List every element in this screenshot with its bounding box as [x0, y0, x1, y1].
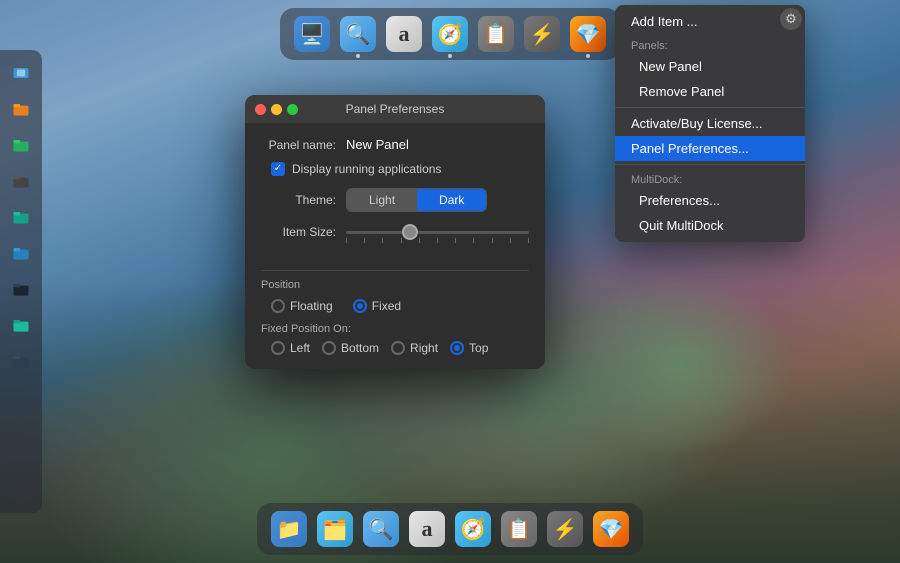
fixed-position-label: Fixed Position On:: [261, 323, 529, 335]
menu-quit-multidock[interactable]: Quit MultiDock: [615, 213, 805, 238]
menu-separator-2: [615, 164, 805, 165]
menu-panels-label: Panels:: [615, 34, 805, 54]
bottom-label: Bottom: [341, 341, 379, 355]
bottom-dock: 📁 🗂️ 🔍 a 🧭 📋 ⚡ 💎: [257, 503, 643, 555]
dock-dot: [356, 54, 360, 58]
display-running-row[interactable]: ✓ Display running applications: [261, 162, 529, 176]
checkbox-check: ✓: [274, 164, 282, 174]
floating-label: Floating: [290, 299, 333, 313]
top-dock-safari[interactable]: 🧭: [430, 14, 470, 54]
top-radio[interactable]: Top: [450, 341, 488, 355]
radio-inner-top: [454, 345, 460, 351]
dock-dot: [586, 54, 590, 58]
top-dock: 🖥️ 🔍 a 🧭 📋 ⚡ 💎: [280, 8, 620, 60]
bottom-radio[interactable]: Bottom: [322, 341, 379, 355]
sidebar-item-1[interactable]: [6, 94, 36, 124]
sidebar-item-4[interactable]: [6, 202, 36, 232]
left-radio[interactable]: Left: [271, 341, 310, 355]
panel-preferences-window: Panel Preferenses Panel name: New Panel …: [245, 95, 545, 369]
theme-toggle: Light Dark: [346, 188, 487, 212]
floating-radio-button[interactable]: [271, 299, 285, 313]
menu-activate-license[interactable]: Activate/Buy License...: [615, 111, 805, 136]
position-radio-group: Floating Fixed: [261, 299, 529, 313]
slider-ticks: [346, 238, 529, 243]
left-radio-button[interactable]: [271, 341, 285, 355]
right-radio-button[interactable]: [391, 341, 405, 355]
floating-radio[interactable]: Floating: [271, 299, 333, 313]
menu-new-panel[interactable]: New Panel: [615, 54, 805, 79]
slider-track: [346, 231, 529, 234]
top-dock-flash[interactable]: ⚡: [522, 14, 562, 54]
bottom-dock-sketch[interactable]: 💎: [591, 509, 631, 549]
display-running-label: Display running applications: [292, 162, 441, 176]
window-titlebar: Panel Preferenses: [245, 95, 545, 123]
top-dock-font[interactable]: a: [384, 14, 424, 54]
bottom-dock-safari[interactable]: 🧭: [453, 509, 493, 549]
fixed-position-section: Fixed Position On: Left Bottom Right: [261, 323, 529, 355]
panel-name-value: New Panel: [346, 137, 409, 152]
dock-dot: [448, 54, 452, 58]
fixed-position-radio-group: Left Bottom Right Top: [261, 341, 529, 355]
bottom-dock-clipboard[interactable]: 📋: [499, 509, 539, 549]
sidebar-item-2[interactable]: [6, 130, 36, 160]
window-content: Panel name: New Panel ✓ Display running …: [245, 123, 545, 369]
section-divider: [261, 270, 529, 271]
theme-row: Theme: Light Dark: [261, 188, 529, 212]
top-dock-clipboard[interactable]: 📋: [476, 14, 516, 54]
bottom-dock-folder[interactable]: 📁: [269, 509, 309, 549]
fixed-radio-button[interactable]: [353, 299, 367, 313]
bottom-dock-font[interactable]: a: [407, 509, 447, 549]
right-label: Right: [410, 341, 438, 355]
item-size-slider[interactable]: [346, 222, 529, 242]
top-dock-sketch[interactable]: 💎: [568, 14, 608, 54]
fixed-label: Fixed: [372, 299, 401, 313]
context-menu: Add Item ... Panels: New Panel Remove Pa…: [615, 5, 805, 242]
top-label: Top: [469, 341, 488, 355]
window-title: Panel Preferenses: [346, 102, 445, 116]
sidebar-item-3[interactable]: [6, 166, 36, 196]
display-running-checkbox[interactable]: ✓: [271, 162, 285, 176]
item-size-label: Item Size:: [261, 225, 346, 239]
bottom-radio-button[interactable]: [322, 341, 336, 355]
item-size-row: Item Size:: [261, 222, 529, 242]
left-label: Left: [290, 341, 310, 355]
theme-label: Theme:: [261, 193, 346, 207]
menu-panel-preferences[interactable]: Panel Preferences...: [615, 136, 805, 161]
menu-multidock-label: MultiDock:: [615, 168, 805, 188]
menu-add-item[interactable]: Add Item ...: [615, 9, 805, 34]
left-sidebar: [0, 50, 42, 513]
panel-name-row: Panel name: New Panel: [261, 137, 529, 152]
right-radio[interactable]: Right: [391, 341, 438, 355]
traffic-lights: [255, 104, 298, 115]
maximize-button[interactable]: [287, 104, 298, 115]
top-dock-monitor[interactable]: 🖥️: [292, 14, 332, 54]
position-label: Position: [261, 279, 529, 291]
sidebar-item-8[interactable]: [6, 346, 36, 376]
minimize-button[interactable]: [271, 104, 282, 115]
theme-dark-button[interactable]: Dark: [417, 189, 486, 211]
menu-separator-1: [615, 107, 805, 108]
position-section: Position Floating Fixed: [261, 279, 529, 313]
menu-preferences[interactable]: Preferences...: [615, 188, 805, 213]
gear-menu-button[interactable]: ⚙: [780, 8, 802, 30]
panel-name-label: Panel name:: [261, 138, 346, 152]
top-radio-button[interactable]: [450, 341, 464, 355]
sidebar-item-0[interactable]: [6, 58, 36, 88]
bottom-dock-photos[interactable]: 🗂️: [315, 509, 355, 549]
radio-inner: [357, 303, 363, 309]
bottom-dock-finder[interactable]: 🔍: [361, 509, 401, 549]
sidebar-item-7[interactable]: [6, 310, 36, 340]
sidebar-item-6[interactable]: [6, 274, 36, 304]
bottom-dock-flash[interactable]: ⚡: [545, 509, 585, 549]
sidebar-item-5[interactable]: [6, 238, 36, 268]
close-button[interactable]: [255, 104, 266, 115]
menu-remove-panel[interactable]: Remove Panel: [615, 79, 805, 104]
top-dock-finder[interactable]: 🔍: [338, 14, 378, 54]
theme-light-button[interactable]: Light: [347, 189, 417, 211]
fixed-radio[interactable]: Fixed: [353, 299, 401, 313]
